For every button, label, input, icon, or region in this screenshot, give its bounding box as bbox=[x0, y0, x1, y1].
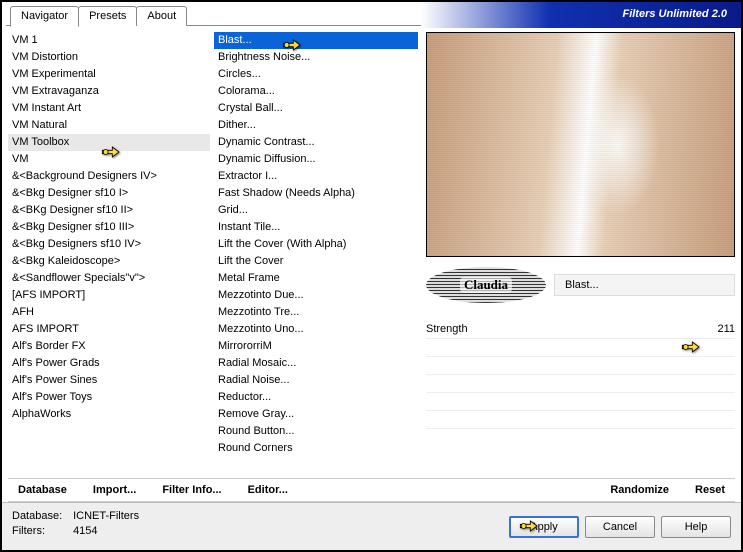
list-item[interactable]: AFS IMPORT bbox=[8, 321, 210, 338]
tab-presets[interactable]: Presets bbox=[78, 6, 137, 26]
author-logo: Claudia bbox=[426, 267, 546, 303]
list-item[interactable]: VM Natural bbox=[8, 117, 210, 134]
list-item[interactable]: &<Background Designers IV> bbox=[8, 168, 210, 185]
param-row-strength[interactable]: Strength 211 bbox=[426, 319, 735, 339]
tab-about[interactable]: About bbox=[136, 6, 187, 26]
list-item[interactable]: Alf's Power Grads bbox=[8, 355, 210, 372]
param-row-empty bbox=[426, 357, 735, 375]
parameter-area: Strength 211 bbox=[426, 319, 735, 429]
list-item[interactable]: &<Bkg Designer sf10 III> bbox=[8, 219, 210, 236]
header: NavigatorPresetsAbout Filters Unlimited … bbox=[2, 2, 741, 28]
list-item[interactable]: Mezzotinto Due... bbox=[214, 287, 418, 304]
list-item[interactable]: Alf's Power Sines bbox=[8, 372, 210, 389]
status-db-value: ICNET-Filters bbox=[73, 510, 139, 522]
list-item[interactable]: Lift the Cover bbox=[214, 253, 418, 270]
list-item[interactable]: Dynamic Contrast... bbox=[214, 134, 418, 151]
import-button[interactable]: Import... bbox=[93, 484, 136, 496]
list-item[interactable]: VM Toolbox bbox=[8, 134, 210, 151]
param-label: Strength bbox=[426, 323, 699, 335]
list-item[interactable]: &<Sandflower Specials"v"> bbox=[8, 270, 210, 287]
app-title: Filters Unlimited 2.0 bbox=[622, 8, 727, 20]
list-item[interactable]: Crystal Ball... bbox=[214, 100, 418, 117]
randomize-button[interactable]: Randomize bbox=[610, 484, 669, 496]
list-item[interactable]: Radial Mosaic... bbox=[214, 355, 418, 372]
list-item[interactable]: Round Button... bbox=[214, 423, 418, 440]
list-item[interactable]: Grid... bbox=[214, 202, 418, 219]
list-item[interactable]: Circles... bbox=[214, 66, 418, 83]
apply-button[interactable]: Apply bbox=[509, 516, 579, 538]
footer: Database: ICNET-Filters Filters: 4154 Ap… bbox=[2, 502, 741, 550]
list-item[interactable]: [AFS IMPORT] bbox=[8, 287, 210, 304]
list-item[interactable]: Metal Frame bbox=[214, 270, 418, 287]
param-row-empty bbox=[426, 411, 735, 429]
category-list[interactable]: VM 1VM DistortionVM ExperimentalVM Extra… bbox=[8, 32, 210, 476]
main-area: VM 1VM DistortionVM ExperimentalVM Extra… bbox=[2, 28, 741, 476]
filter-column: Blast...Brightness Noise...Circles...Col… bbox=[214, 32, 418, 476]
help-button[interactable]: Help bbox=[661, 516, 731, 538]
list-item[interactable]: Extractor I... bbox=[214, 168, 418, 185]
list-item[interactable]: VM bbox=[8, 151, 210, 168]
list-item[interactable]: Colorama... bbox=[214, 83, 418, 100]
list-item[interactable]: Alf's Border FX bbox=[8, 338, 210, 355]
filter-list[interactable]: Blast...Brightness Noise...Circles...Col… bbox=[214, 32, 418, 476]
list-item[interactable]: Dither... bbox=[214, 117, 418, 134]
status-filters-value: 4154 bbox=[73, 525, 97, 537]
list-item[interactable]: VM Extravaganza bbox=[8, 83, 210, 100]
category-column: VM 1VM DistortionVM ExperimentalVM Extra… bbox=[8, 32, 210, 476]
list-item[interactable]: Fast Shadow (Needs Alpha) bbox=[214, 185, 418, 202]
editor-button[interactable]: Editor... bbox=[248, 484, 288, 496]
effect-name-text: Blast... bbox=[565, 279, 599, 291]
list-item[interactable]: VM 1 bbox=[8, 32, 210, 49]
effect-name-field: Blast... bbox=[554, 274, 735, 296]
list-item[interactable]: &<Bkg Designers sf10 IV> bbox=[8, 236, 210, 253]
status-db-label: Database: bbox=[12, 509, 70, 524]
database-button[interactable]: Database bbox=[18, 484, 67, 496]
list-item[interactable]: Lift the Cover (With Alpha) bbox=[214, 236, 418, 253]
author-logo-text: Claudia bbox=[460, 277, 512, 293]
list-item[interactable]: Mezzotinto Tre... bbox=[214, 304, 418, 321]
list-item[interactable]: Instant Tile... bbox=[214, 219, 418, 236]
cancel-button[interactable]: Cancel bbox=[585, 516, 655, 538]
tab-bar: NavigatorPresetsAbout bbox=[10, 6, 186, 26]
filter-info-button[interactable]: Filter Info... bbox=[162, 484, 221, 496]
list-item[interactable]: Alf's Power Toys bbox=[8, 389, 210, 406]
list-item[interactable]: VM Instant Art bbox=[8, 100, 210, 117]
list-item[interactable]: Round Corners bbox=[214, 440, 418, 457]
effect-header: Claudia Blast... bbox=[426, 265, 735, 305]
dialog-buttons: Apply Cancel Help bbox=[509, 509, 731, 544]
list-item[interactable]: Dynamic Diffusion... bbox=[214, 151, 418, 168]
list-item[interactable]: AFH bbox=[8, 304, 210, 321]
list-item[interactable]: Brightness Noise... bbox=[214, 49, 418, 66]
list-item[interactable]: AlphaWorks bbox=[8, 406, 210, 423]
toolbar: Database Import... Filter Info... Editor… bbox=[8, 478, 735, 502]
param-value: 211 bbox=[699, 323, 735, 335]
list-item[interactable]: VM Distortion bbox=[8, 49, 210, 66]
status-filters-label: Filters: bbox=[12, 524, 70, 539]
list-item[interactable]: Remove Gray... bbox=[214, 406, 418, 423]
list-item[interactable]: &<BKg Designer sf10 II> bbox=[8, 202, 210, 219]
list-item[interactable]: &<Bkg Designer sf10 I> bbox=[8, 185, 210, 202]
preview-column: Claudia Blast... Strength 211 bbox=[422, 32, 735, 476]
reset-button[interactable]: Reset bbox=[695, 484, 725, 496]
list-item[interactable]: Reductor... bbox=[214, 389, 418, 406]
list-item[interactable]: &<Bkg Kaleidoscope> bbox=[8, 253, 210, 270]
list-item[interactable]: MirrororriM bbox=[214, 338, 418, 355]
list-item[interactable]: VM Experimental bbox=[8, 66, 210, 83]
param-row-empty bbox=[426, 393, 735, 411]
param-row-empty bbox=[426, 339, 735, 357]
preview-image bbox=[426, 32, 735, 257]
list-item[interactable]: Blast... bbox=[214, 32, 418, 49]
tab-navigator[interactable]: Navigator bbox=[10, 6, 79, 27]
app-title-banner: Filters Unlimited 2.0 bbox=[421, 2, 741, 28]
param-row-empty bbox=[426, 375, 735, 393]
list-item[interactable]: Mezzotinto Uno... bbox=[214, 321, 418, 338]
status-area: Database: ICNET-Filters Filters: 4154 bbox=[12, 509, 509, 544]
list-item[interactable]: Radial Noise... bbox=[214, 372, 418, 389]
